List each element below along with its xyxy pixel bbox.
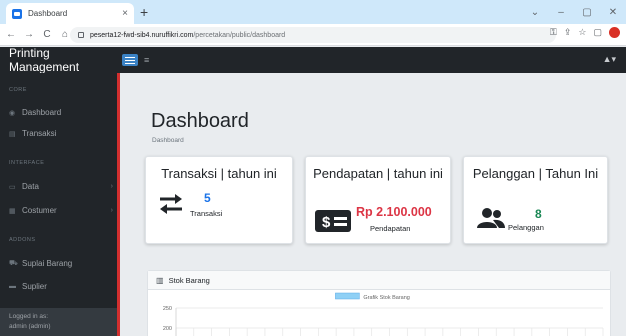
main-content: Dashboard Dashboard Transaksi | tahun in… bbox=[123, 73, 626, 336]
sidebar-item-label: Costumer bbox=[22, 206, 57, 215]
url-input[interactable]: peserta12-fwd-sib4.nuruffikri.com /perce… bbox=[70, 27, 556, 43]
share-icon[interactable]: ⇪ bbox=[564, 27, 572, 38]
y-tick-label: 250 bbox=[163, 306, 172, 312]
back-button[interactable]: ← bbox=[4, 29, 18, 40]
exchange-arrows-icon bbox=[160, 194, 182, 214]
address-bar-actions: ⚿ ⇪ ☆ ▢ bbox=[550, 27, 620, 38]
user-dropdown[interactable]: ▲▾ bbox=[603, 54, 616, 65]
window-controls: ⌄ – ▢ ✕ bbox=[522, 0, 626, 24]
favicon-icon bbox=[12, 8, 22, 19]
card-transaksi: Transaksi | tahun ini 5 Transaksi bbox=[145, 156, 293, 244]
sidebar-item-costumer[interactable]: ▦ Costumer › bbox=[9, 206, 113, 215]
lock-icon bbox=[78, 32, 84, 38]
minimize-button[interactable]: – bbox=[548, 7, 574, 18]
app-navbar: Printing Management ≡ ▲▾ bbox=[0, 46, 626, 74]
url-host: peserta12-fwd-sib4.nuruffikri.com bbox=[90, 31, 194, 39]
tab-title: Dashboard bbox=[28, 9, 68, 18]
pendapatan-label: Pendapatan bbox=[370, 224, 411, 233]
transaksi-label: Transaksi bbox=[190, 209, 223, 218]
card-pelanggan: Pelanggan | Tahun Ini 8 Pelanggan bbox=[463, 156, 608, 244]
card-title: Pelanggan | Tahun Ini bbox=[472, 166, 599, 181]
chevron-right-icon: › bbox=[110, 207, 113, 214]
reload-button[interactable]: C bbox=[40, 29, 54, 40]
sidebar-item-data[interactable]: ▭ Data › bbox=[9, 182, 113, 191]
sidebar-item-suplier[interactable]: ▬ Suplier bbox=[9, 282, 113, 291]
browser-tab-bar: Dashboard × + ⌄ – ▢ ✕ bbox=[0, 0, 626, 24]
transaksi-count: 5 bbox=[204, 191, 211, 205]
sidebar-item-label: Data bbox=[22, 182, 39, 191]
bar-chart-icon: ▥ bbox=[156, 275, 164, 285]
y-tick-label: 200 bbox=[163, 326, 172, 332]
profile-avatar[interactable] bbox=[609, 27, 620, 38]
card-pendapatan: Pendapatan | tahun ini $ Rp 2.100.000 Pe… bbox=[305, 156, 451, 244]
browser-tab[interactable]: Dashboard × bbox=[6, 3, 134, 24]
sidepanel-icon[interactable]: ▢ bbox=[593, 27, 602, 38]
legend-swatch bbox=[335, 292, 360, 300]
close-window-button[interactable]: ✕ bbox=[600, 7, 626, 18]
stok-barang-card: ▥ Stok Barang Grafik Stok Barang 250 200 bbox=[147, 270, 611, 336]
new-tab-button[interactable]: + bbox=[140, 4, 148, 20]
sidebar: CORE ◉ Dashboard ▤ Transaksi INTERFACE ▭… bbox=[0, 73, 120, 336]
dashboard-icon: ◉ bbox=[9, 109, 16, 117]
svg-text:$: $ bbox=[322, 214, 331, 231]
key-icon[interactable]: ⚿ bbox=[550, 27, 557, 38]
pendapatan-amount: Rp 2.100.000 bbox=[356, 205, 432, 219]
sidebar-toggle-button[interactable] bbox=[122, 54, 138, 66]
sidebar-heading-interface: INTERFACE bbox=[9, 160, 45, 166]
sidebar-item-label: Transaksi bbox=[22, 129, 57, 138]
sidebar-heading-addons: ADDONS bbox=[9, 237, 36, 243]
stok-barang-chart: Grafik Stok Barang 250 200 bbox=[163, 292, 604, 336]
brand-title[interactable]: Printing Management bbox=[0, 46, 118, 74]
breadcrumb: Dashboard bbox=[152, 137, 184, 144]
logged-in-label: Logged in as: bbox=[9, 313, 49, 320]
sidebar-item-suplai-barang[interactable]: ⛟ Suplai Barang bbox=[9, 259, 113, 268]
bookmark-star-icon[interactable]: ☆ bbox=[578, 27, 586, 38]
logged-in-user: admin (admin) bbox=[9, 323, 51, 330]
page-title: Dashboard bbox=[151, 110, 249, 132]
sidebar-item-dashboard[interactable]: ◉ Dashboard bbox=[9, 108, 113, 117]
menu-icon[interactable]: ≡ bbox=[144, 55, 149, 65]
cart-icon: ⛟ bbox=[9, 260, 18, 267]
users-icon bbox=[477, 208, 505, 228]
stok-barang-title: Stok Barang bbox=[168, 275, 210, 285]
tab-search-button[interactable]: ⌄ bbox=[522, 7, 548, 18]
sidebar-item-label: Suplai Barang bbox=[22, 259, 73, 268]
address-bar: ← → C ⌂ peserta12-fwd-sib4.nuruffikri.co… bbox=[0, 24, 626, 46]
sidebar-footer: Logged in as: admin (admin) bbox=[0, 308, 117, 336]
sidebar-item-transaksi[interactable]: ▤ Transaksi bbox=[9, 129, 113, 138]
money-bill-icon: $ bbox=[315, 210, 351, 232]
pelanggan-count: 8 bbox=[535, 207, 542, 221]
legend-label: Grafik Stok Barang bbox=[363, 295, 409, 301]
sidebar-item-label: Suplier bbox=[22, 282, 47, 291]
stok-barang-header: ▥ Stok Barang bbox=[148, 271, 610, 290]
url-path: /percetakan/public/dashboard bbox=[193, 31, 286, 39]
pelanggan-label: Pelanggan bbox=[508, 223, 544, 232]
truck-icon: ▬ bbox=[9, 283, 16, 290]
chevron-right-icon: › bbox=[110, 183, 113, 190]
card-title: Transaksi | tahun ini bbox=[161, 166, 277, 181]
sidebar-item-label: Dashboard bbox=[22, 108, 62, 117]
maximize-button[interactable]: ▢ bbox=[574, 7, 600, 18]
book-icon: ▦ bbox=[9, 207, 16, 215]
sidebar-heading-core: CORE bbox=[9, 87, 27, 93]
forward-button[interactable]: → bbox=[22, 29, 36, 40]
table-icon: ▤ bbox=[9, 130, 16, 138]
tab-close-button[interactable]: × bbox=[122, 8, 128, 19]
card-title: Pendapatan | tahun ini bbox=[313, 166, 443, 181]
columns-icon: ▭ bbox=[9, 183, 16, 191]
